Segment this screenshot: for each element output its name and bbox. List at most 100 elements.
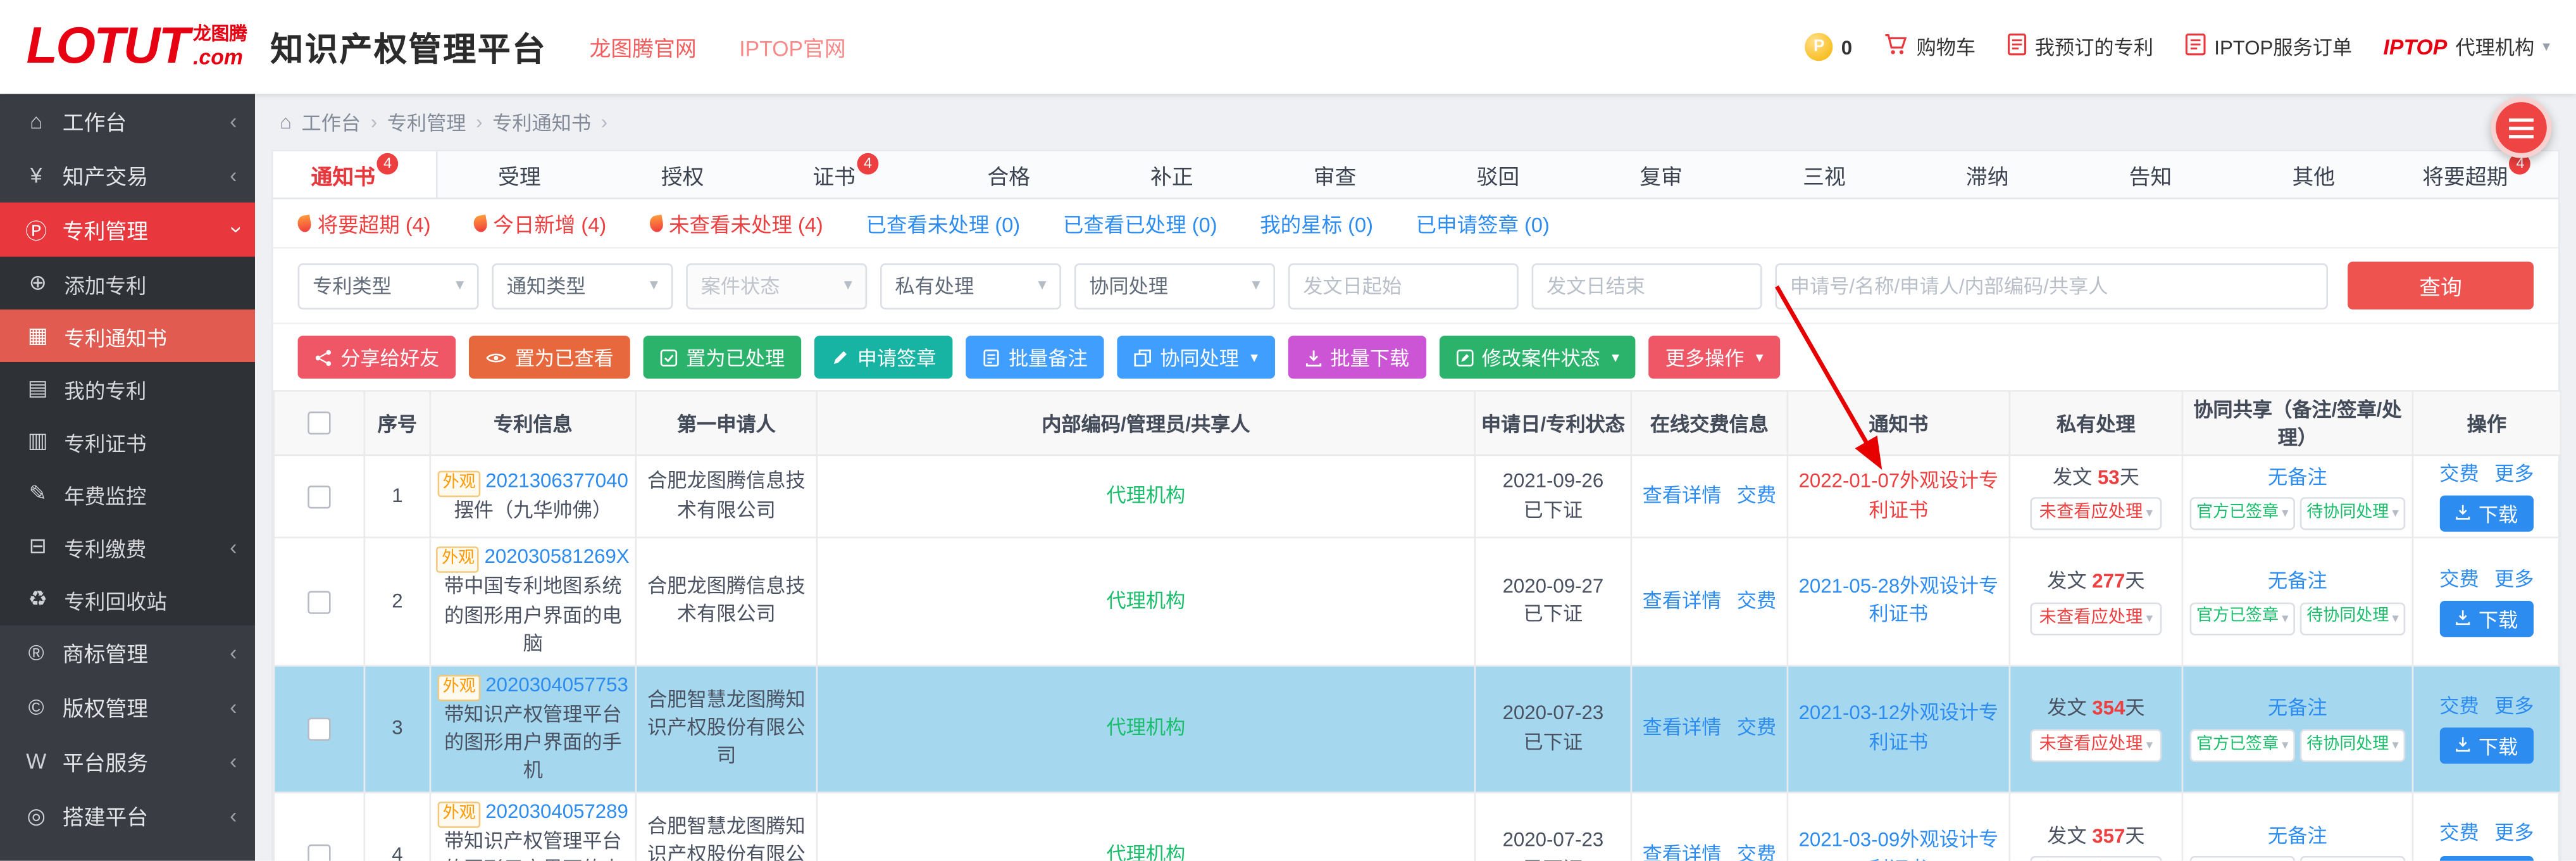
fee-detail-link[interactable]: 查看详情 xyxy=(1643,843,1722,861)
link-lotut-site[interactable]: 龙图腾官网 xyxy=(590,31,697,62)
sidebar-item-platform-service[interactable]: W 平台服务 ‹ xyxy=(0,734,255,789)
sidebar-item-patent-mgmt[interactable]: Ⓟ 专利管理 ‹ xyxy=(0,203,255,257)
case-status-select[interactable]: 案件状态▾ xyxy=(686,263,867,309)
note-link[interactable]: 无备注 xyxy=(2268,570,2327,593)
change-status-button[interactable]: 修改案件状态 ▾ xyxy=(1439,336,1636,379)
breadcrumb-patent-mgmt[interactable]: 专利管理 xyxy=(387,108,466,135)
tab-rejection[interactable]: 驳回 xyxy=(1417,151,1580,198)
row-checkbox[interactable] xyxy=(308,717,330,740)
patent-type-select[interactable]: 专利类型▾ xyxy=(298,263,479,309)
private-status-select[interactable]: 未查看应处理▾ xyxy=(2031,856,2161,861)
fee-pay-link[interactable]: 交费 xyxy=(1737,484,1776,506)
breadcrumb-patent-notice[interactable]: 专利通知书 xyxy=(492,108,591,135)
collab-status-select[interactable]: 待协同处理▾ xyxy=(2300,729,2405,762)
tab-qualified[interactable]: 合格 xyxy=(927,151,1090,198)
download-button[interactable]: 下载 xyxy=(2441,601,2533,637)
download-button[interactable]: 下载 xyxy=(2441,496,2533,532)
seal-status-select[interactable]: 官方已签章▾ xyxy=(2190,856,2295,861)
breadcrumb-workbench[interactable]: 工作台 xyxy=(301,108,361,135)
filter-viewed-handled[interactable]: 已查看已处理 (0) xyxy=(1063,208,1217,239)
op-fee-link[interactable]: 交费 xyxy=(2439,463,2479,486)
note-link[interactable]: 无备注 xyxy=(2268,697,2327,720)
private-status-select[interactable]: 未查看应处理▾ xyxy=(2031,729,2161,762)
fee-detail-link[interactable]: 查看详情 xyxy=(1643,716,1722,739)
fee-detail-link[interactable]: 查看详情 xyxy=(1643,589,1722,612)
sidebar-item-build-platform[interactable]: ◎ 搭建平台 ‹ xyxy=(0,788,255,843)
patent-number-link[interactable]: 2020304057753 xyxy=(485,672,628,695)
collab-handle-button[interactable]: 协同处理 ▾ xyxy=(1117,336,1274,379)
seal-status-select[interactable]: 官方已签章▾ xyxy=(2190,602,2295,635)
mark-done-button[interactable]: 置为已处理 xyxy=(644,336,802,379)
notice-type-select[interactable]: 通知类型▾ xyxy=(492,263,673,309)
filter-expiring[interactable]: 将要超期 (4) xyxy=(298,208,431,239)
note-link[interactable]: 无备注 xyxy=(2268,465,2327,487)
batch-download-button[interactable]: 批量下载 xyxy=(1288,336,1426,379)
filter-new-today[interactable]: 今日新增 (4) xyxy=(473,208,606,239)
quick-menu-fab-button[interactable] xyxy=(2491,97,2551,158)
sidebar-item-workbench[interactable]: ⌂ 工作台 ‹ xyxy=(0,94,255,148)
notice-link[interactable]: 2021-03-09外观设计专利证书 xyxy=(1799,829,1999,861)
fee-pay-link[interactable]: 交费 xyxy=(1737,843,1776,861)
mark-viewed-button[interactable]: 置为已查看 xyxy=(469,336,630,379)
search-button[interactable]: 查询 xyxy=(2348,261,2534,309)
account-menu[interactable]: IPTOP 代理机构 ▾ xyxy=(2384,33,2550,61)
note-link[interactable]: 无备注 xyxy=(2268,824,2327,847)
tab-reexamination[interactable]: 复审 xyxy=(1579,151,1743,198)
keyword-search-input[interactable] xyxy=(1775,263,2328,309)
sidebar-item-patent-fee[interactable]: ⊟ 专利缴费 ‹ xyxy=(0,520,255,573)
sidebar-item-trademark[interactable]: ® 商标管理 ‹ xyxy=(0,625,255,680)
fee-pay-link[interactable]: 交费 xyxy=(1737,589,1776,612)
apply-seal-button[interactable]: 申请签章 xyxy=(814,336,952,379)
private-status-select[interactable]: 未查看应处理▾ xyxy=(2031,602,2161,635)
tab-three-view[interactable]: 三视 xyxy=(1743,151,1906,198)
collab-status-select[interactable]: 待协同处理▾ xyxy=(2300,602,2405,635)
op-fee-link[interactable]: 交费 xyxy=(2439,694,2479,717)
patent-number-link[interactable]: 2021306377040 xyxy=(485,469,628,492)
row-checkbox[interactable] xyxy=(308,486,330,508)
op-more-link[interactable]: 更多 xyxy=(2494,822,2534,845)
op-more-link[interactable]: 更多 xyxy=(2494,567,2534,590)
filter-unviewed-unhandled[interactable]: 未查看未处理 (4) xyxy=(649,208,823,239)
op-more-link[interactable]: 更多 xyxy=(2494,463,2534,486)
patent-number-link[interactable]: 2020304057289 xyxy=(485,800,628,822)
sidebar-item-recycle-bin[interactable]: ♻ 专利回收站 xyxy=(0,573,255,625)
lotut-logo[interactable]: LOTUT 龙图腾 .com xyxy=(27,25,247,68)
date-start-input[interactable] xyxy=(1288,263,1519,309)
collab-handle-select[interactable]: 协同处理▾ xyxy=(1074,263,1275,309)
sidebar-item-copyright[interactable]: © 版权管理 ‹ xyxy=(0,680,255,734)
sidebar-item-ip-trade[interactable]: ¥ 知产交易 ‹ xyxy=(0,148,255,203)
seal-status-select[interactable]: 官方已签章▾ xyxy=(2190,497,2295,530)
tab-expiring[interactable]: 将要超期4 xyxy=(2395,151,2558,198)
sidebar-item-annuity-monitor[interactable]: ✎ 年费监控 xyxy=(0,467,255,520)
fee-detail-link[interactable]: 查看详情 xyxy=(1643,484,1722,506)
tab-certificate[interactable]: 证书4 xyxy=(764,151,927,198)
row-checkbox[interactable] xyxy=(308,845,330,861)
private-status-select[interactable]: 未查看应处理▾ xyxy=(2031,497,2161,530)
op-more-link[interactable]: 更多 xyxy=(2494,694,2534,717)
tab-correction[interactable]: 补正 xyxy=(1090,151,1254,198)
tab-inform[interactable]: 告知 xyxy=(2069,151,2232,198)
sidebar-item-my-patent[interactable]: ▤ 我的专利 xyxy=(0,362,255,415)
share-button[interactable]: 分享给好友 xyxy=(298,336,456,379)
tab-late-fee[interactable]: 滞纳 xyxy=(1906,151,2069,198)
points-indicator[interactable]: P 0 xyxy=(1805,33,1853,61)
iptop-orders-button[interactable]: IPTOP服务订单 xyxy=(2184,33,2352,61)
op-fee-link[interactable]: 交费 xyxy=(2439,567,2479,590)
tab-acceptance[interactable]: 受理 xyxy=(438,151,601,198)
download-button[interactable]: 下载 xyxy=(2441,728,2533,764)
collab-status-select[interactable]: 待协同处理▾ xyxy=(2300,856,2405,861)
filter-seal-applied[interactable]: 已申请签章 (0) xyxy=(1416,208,1550,239)
tab-examination[interactable]: 审查 xyxy=(1254,151,1417,198)
tab-other[interactable]: 其他 xyxy=(2232,151,2395,198)
notice-link[interactable]: 2021-03-12外观设计专利证书 xyxy=(1799,701,1999,753)
notice-link[interactable]: 2021-05-28外观设计专利证书 xyxy=(1799,575,1999,627)
private-handle-select[interactable]: 私有处理▾ xyxy=(880,263,1061,309)
download-button[interactable]: 下载 xyxy=(2441,855,2533,861)
op-fee-link[interactable]: 交费 xyxy=(2439,822,2479,845)
collab-status-select[interactable]: 待协同处理▾ xyxy=(2300,497,2405,530)
filter-viewed-unhandled[interactable]: 已查看未处理 (0) xyxy=(866,208,1020,239)
filter-starred[interactable]: 我的星标 (0) xyxy=(1260,208,1373,239)
sidebar-item-user-center[interactable]: ◉ 用户中心 ‹ xyxy=(0,843,255,861)
row-checkbox[interactable] xyxy=(308,590,330,613)
notice-link[interactable]: 2022-01-07外观设计专利证书 xyxy=(1799,470,1999,522)
